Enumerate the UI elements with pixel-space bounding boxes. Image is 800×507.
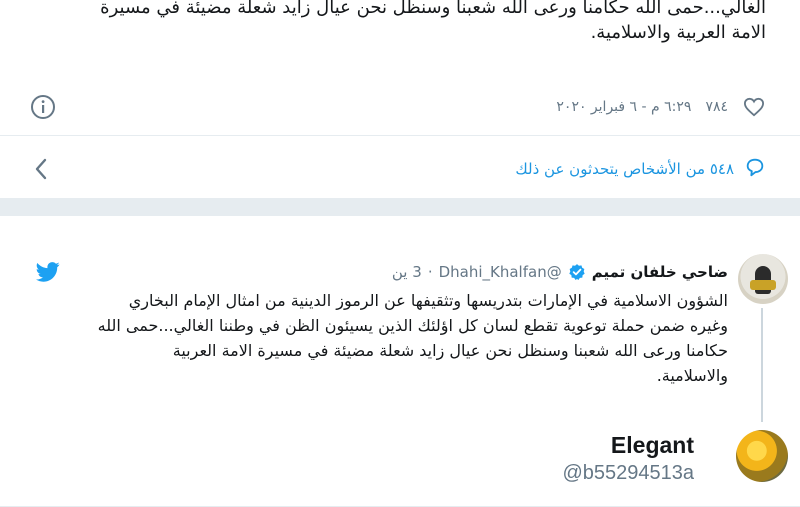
reply-bubble-icon	[744, 156, 766, 182]
info-icon[interactable]	[30, 94, 56, 120]
tweet-meta-row: ٧٨٤ ٦:٢٩ م - ٦ فبراير ٢٠٢٠	[30, 91, 766, 123]
thread-connector	[761, 308, 763, 422]
author-handle[interactable]: @Dhahi_Khalfan	[439, 263, 562, 281]
tweet-meta-right: ٧٨٤ ٦:٢٩ م - ٦ فبراير ٢٠٢٠	[556, 95, 766, 119]
tweet-text-line: وغيره ضمن حملة توعوية تقطع لسان كل اؤلئك…	[97, 316, 728, 335]
twitter-bird-icon[interactable]	[35, 262, 60, 282]
divider	[0, 135, 800, 136]
reply-user-handle[interactable]: @b55294513a	[562, 462, 694, 485]
separator-dot: ·	[427, 263, 433, 281]
tweet-text-line: الامة العربية والاسلامية.	[590, 22, 766, 43]
reply-avatar-icon[interactable]	[736, 430, 788, 482]
tweet-header: ضاحي خلفان تميم @Dhahi_Khalfan · 3 ين	[392, 260, 728, 284]
tweet-text-line: حكامنا ورعى الله شعبنا وسنظل نحن عيال زا…	[172, 341, 728, 360]
thread-card: ضاحي خلفان تميم @Dhahi_Khalfan · 3 ين ال…	[0, 215, 800, 507]
heart-icon[interactable]	[742, 95, 766, 119]
conversation-link[interactable]: ٥٤٨ من الأشخاص يتحدثون عن ذلك	[30, 149, 766, 189]
author-name[interactable]: ضاحي خلفان تميم	[592, 263, 728, 281]
verified-badge-icon	[568, 263, 586, 281]
tweet-text-line: والاسلامية.	[656, 366, 728, 385]
reply-user-name[interactable]: Elegant	[611, 432, 694, 459]
tweet-text-line: الغالي...حمى الله حكامنا ورعى الله شعبنا…	[100, 0, 766, 18]
avatar-icon[interactable]	[738, 254, 788, 304]
conversation-summary[interactable]: ٥٤٨ من الأشخاص يتحدثون عن ذلك	[515, 156, 766, 182]
chevron-left-icon[interactable]	[30, 158, 52, 180]
tweet-detail-card: الغالي...حمى الله حكامنا ورعى الله شعبنا…	[0, 0, 800, 199]
tweet-timestamp[interactable]: ٦:٢٩ م - ٦ فبراير ٢٠٢٠	[556, 99, 691, 115]
conversation-text[interactable]: ٥٤٨ من الأشخاص يتحدثون عن ذلك	[515, 160, 734, 178]
embedded-tweet-text: الشؤون الاسلامية في الإمارات بتدريسها وت…	[96, 288, 728, 388]
like-count[interactable]: ٧٨٤	[705, 99, 728, 115]
tweet-time[interactable]: 3 ين	[392, 263, 422, 281]
tweet-text: الغالي...حمى الله حكامنا ورعى الله شعبنا…	[26, 0, 766, 45]
tweet-text-line: الشؤون الاسلامية في الإمارات بتدريسها وت…	[128, 291, 728, 310]
